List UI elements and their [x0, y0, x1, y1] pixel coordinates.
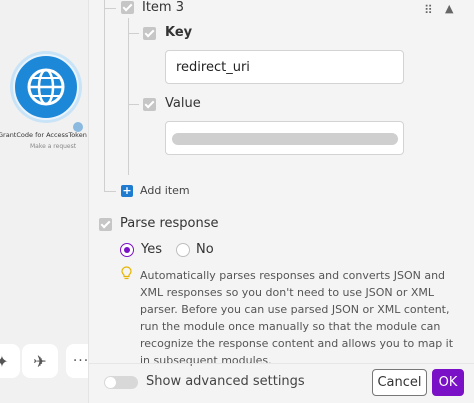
tree-line-branch-item: [104, 8, 116, 9]
tree-line-inner: [128, 18, 129, 175]
tree-line-outer: [104, 0, 105, 191]
tree-line-outer-branch: [104, 191, 116, 192]
parse-response-no-radio[interactable]: [176, 243, 190, 257]
item-3-title: Item 3: [142, 0, 184, 15]
wand-tool-button[interactable]: ✦: [0, 344, 20, 378]
item-3-checkbox[interactable]: [121, 1, 134, 14]
parse-response-yes-radio[interactable]: [120, 243, 134, 257]
value-input[interactable]: [165, 121, 404, 155]
add-item-link[interactable]: Add item: [140, 184, 190, 197]
module-subtitle: Make a request: [30, 143, 77, 150]
advanced-settings-toggle[interactable]: [104, 376, 138, 389]
parse-response-help: Automatically parses responses and conve…: [140, 269, 454, 367]
cancel-button[interactable]: Cancel: [372, 369, 427, 396]
key-label: Key: [165, 25, 193, 40]
footer-divider: [88, 363, 474, 364]
key-checkbox[interactable]: [143, 27, 156, 40]
http-module-node[interactable]: [13, 54, 79, 120]
lightbulb-icon: [121, 266, 132, 280]
parse-response-checkbox[interactable]: [99, 218, 112, 231]
plane-tool-button[interactable]: ✈: [22, 344, 58, 378]
more-tools-button[interactable]: ···: [66, 344, 88, 378]
scenario-canvas: GrantCode for AccessToken & Refr Make a …: [0, 0, 88, 403]
value-label: Value: [165, 96, 201, 111]
globe-icon: [27, 68, 65, 106]
add-icon[interactable]: +: [121, 185, 133, 197]
yes-label[interactable]: Yes: [141, 242, 162, 257]
value-checkbox[interactable]: [143, 98, 156, 111]
advanced-settings-label[interactable]: Show advanced settings: [146, 374, 305, 389]
more-icon: ···: [72, 353, 88, 369]
airplane-icon: ✈: [33, 351, 47, 371]
value-mapped-pill[interactable]: [172, 133, 398, 145]
parse-response-label: Parse response: [120, 216, 219, 231]
no-label[interactable]: No: [196, 242, 214, 257]
drag-handle-icon[interactable]: ⠿: [424, 3, 433, 17]
module-title: GrantCode for AccessToken & Refr: [0, 131, 88, 139]
chevron-up-icon[interactable]: ▲: [445, 2, 453, 15]
tree-line-inner-key: [128, 33, 139, 34]
wand-icon: ✦: [0, 351, 9, 371]
ok-button[interactable]: OK: [432, 369, 464, 396]
key-input[interactable]: [165, 50, 404, 84]
tree-line-inner-value: [128, 104, 139, 105]
